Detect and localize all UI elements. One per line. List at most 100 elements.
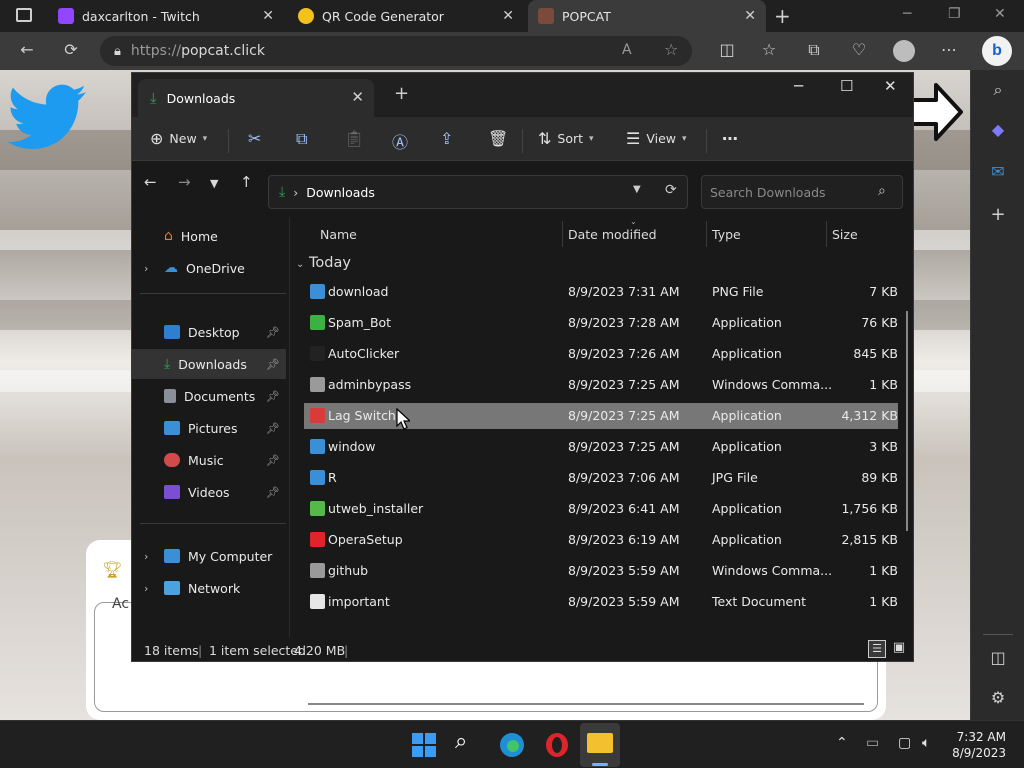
view-button[interactable]: ☰ View ▾ [626, 129, 687, 148]
see-more-button[interactable]: ⋯ [722, 129, 738, 148]
nav-item-desktop[interactable]: Desktop 📌︎ [132, 317, 286, 347]
close-tab-icon[interactable]: ✕ [351, 88, 364, 106]
file-row[interactable]: window 8/9/2023 7:25 AM Application 3 KB [304, 434, 898, 460]
address-bar[interactable]: 🔒︎ https://popcat.click A ☆ [100, 36, 692, 66]
nav-item-documents[interactable]: Documents 📌︎ [132, 381, 286, 411]
file-row[interactable]: AutoClicker 8/9/2023 7:26 AM Application 84… [304, 341, 898, 367]
nav-item-videos[interactable]: Videos 📌︎ [132, 477, 286, 507]
expand-chevron-icon[interactable]: › [144, 550, 148, 563]
file-row[interactable]: utweb_installer 8/9/2023 6:41 AM Applicati… [304, 496, 898, 522]
favorite-star-icon[interactable]: ☆ [664, 40, 678, 59]
close-tab-icon[interactable]: ✕ [262, 8, 274, 24]
paste-button[interactable]: 📋︎ [344, 129, 364, 148]
horizontal-scrollbar[interactable] [308, 703, 864, 705]
volume-icon[interactable]: 🔈︎ [922, 735, 930, 751]
restore-icon[interactable]: ❐ [948, 6, 961, 22]
vertical-scrollbar[interactable] [906, 311, 908, 531]
address-path-box[interactable]: ⤓ › Downloads ▼ ⟳ [268, 175, 688, 209]
collections-icon[interactable]: ⧉ [803, 40, 825, 60]
group-header-today[interactable]: ⌄ Today [296, 255, 351, 271]
network-disconnected-icon[interactable]: ▭ [866, 735, 879, 751]
file-explorer-taskbar-button[interactable] [580, 723, 620, 767]
settings-gear-icon[interactable]: ⚙ [971, 688, 1024, 707]
close-tab-icon[interactable]: ✕ [502, 8, 514, 24]
maximize-icon[interactable]: ☐ [840, 77, 853, 95]
path-history-chevron-icon[interactable]: ▼ [633, 184, 641, 195]
nav-item-downloads[interactable]: ⤓ Downloads 📌︎ [132, 349, 286, 379]
nav-item-pictures[interactable]: Pictures 📌︎ [132, 413, 286, 443]
minimize-icon[interactable]: ─ [794, 77, 803, 95]
file-row[interactable]: download 8/9/2023 7:31 AM PNG File 7 KB [304, 279, 898, 305]
split-screen-icon[interactable]: ◫ [716, 40, 738, 59]
new-tab-icon[interactable]: + [774, 4, 791, 28]
column-header-size[interactable]: Size [832, 227, 858, 242]
file-row[interactable]: important 8/9/2023 5:59 AM Text Document 1 … [304, 589, 898, 615]
tiles-view-icon[interactable]: ▣ [890, 640, 908, 658]
up-icon[interactable]: ↑ [240, 173, 253, 191]
file-row[interactable]: adminbypass 8/9/2023 7:25 AM Windows Comma… [304, 372, 898, 398]
browser-tab-popcat[interactable]: POPCAT ✕ [528, 0, 766, 32]
search-icon[interactable]: ⌕ [455, 729, 483, 757]
column-header-name[interactable]: Name [320, 227, 357, 242]
sort-button[interactable]: ⇅ Sort ▾ [538, 129, 594, 148]
copilot-icon[interactable]: ◆ [971, 120, 1024, 139]
new-tab-icon[interactable]: + [394, 83, 409, 104]
search-icon[interactable]: ⌕ [971, 80, 1024, 100]
cut-button[interactable]: ✂ [248, 129, 261, 148]
hide-sidebar-icon[interactable]: ◫ [971, 648, 1024, 667]
read-aloud-icon[interactable]: A [622, 42, 632, 58]
outlook-icon[interactable]: ✉ [971, 162, 1024, 181]
expand-chevron-icon[interactable]: › [144, 582, 148, 595]
close-window-icon[interactable]: ✕ [994, 6, 1006, 22]
performance-icon[interactable]: ♡ [848, 40, 870, 59]
nav-item-music[interactable]: Music 📌︎ [132, 445, 286, 475]
rename-button[interactable]: Ⓐ [392, 129, 408, 153]
file-row[interactable]: Lag Switch 8/9/2023 7:25 AM Application 4,3… [304, 403, 898, 429]
back-icon[interactable]: ← [144, 173, 157, 191]
opera-browser-icon[interactable] [543, 731, 571, 759]
column-header-date[interactable]: Date modified [568, 227, 657, 242]
copy-button[interactable]: ⧉ [296, 129, 307, 149]
search-downloads-input[interactable]: Search Downloads ⌕ [701, 175, 903, 209]
explorer-tab-downloads[interactable]: ⤓ Downloads ✕ [138, 79, 374, 117]
favorites-icon[interactable]: ☆ [758, 40, 780, 59]
back-icon[interactable]: ← [16, 40, 38, 59]
nav-item-network[interactable]: › Network [132, 573, 286, 603]
nav-item-onedrive[interactable]: › ☁ OneDrive [132, 253, 286, 283]
forward-icon[interactable]: → [178, 173, 191, 191]
show-hidden-icons-icon[interactable]: ⌃ [836, 735, 848, 751]
tab-actions-icon[interactable] [16, 8, 32, 22]
browser-tab-qr[interactable]: QR Code Generator ✕ [288, 0, 524, 32]
breadcrumb-downloads[interactable]: Downloads [306, 185, 375, 200]
file-row[interactable]: R 8/9/2023 7:06 AM JPG File 89 KB [304, 465, 898, 491]
add-sidebar-app-icon[interactable]: + [971, 204, 1024, 225]
file-row[interactable]: github 8/9/2023 5:59 AM Windows Comma... 1 … [304, 558, 898, 584]
windows-start-icon[interactable] [410, 731, 438, 759]
profile-avatar[interactable] [893, 40, 915, 62]
minimize-icon[interactable]: ─ [903, 6, 911, 22]
recent-locations-icon[interactable]: ▼ [210, 177, 218, 190]
nav-item-home[interactable]: ⌂ Home [132, 221, 286, 251]
nav-item-this-pc[interactable]: › My Computer [132, 541, 286, 571]
file-row[interactable]: Spam_Bot 8/9/2023 7:28 AM Application 76 KB [304, 310, 898, 336]
display-icon[interactable]: ▢ [898, 735, 911, 751]
file-row[interactable]: OperaSetup 8/9/2023 6:19 AM Application 2,8… [304, 527, 898, 553]
bing-copilot-icon[interactable]: b [982, 36, 1012, 66]
column-divider[interactable] [826, 221, 827, 247]
delete-button[interactable]: 🗑︎ [488, 129, 508, 148]
browser-tab-twitch[interactable]: daxcarlton - Twitch ✕ [48, 0, 284, 32]
system-clock[interactable]: 7:32 AM 8/9/2023 [952, 729, 1006, 761]
close-tab-icon[interactable]: ✕ [744, 8, 756, 24]
refresh-icon[interactable]: ⟳ [60, 40, 82, 59]
share-button[interactable]: ⇪ [440, 129, 453, 148]
expand-chevron-icon[interactable]: › [144, 262, 148, 275]
refresh-icon[interactable]: ⟳ [665, 182, 677, 198]
column-divider[interactable] [562, 221, 563, 247]
details-view-icon[interactable]: ☰ [868, 640, 886, 658]
more-options-icon[interactable]: ⋯ [938, 40, 960, 59]
column-header-type[interactable]: Type [712, 227, 741, 242]
edge-browser-icon[interactable] [498, 731, 526, 759]
new-button[interactable]: ⊕ New ▾ [150, 129, 207, 148]
close-window-icon[interactable]: ✕ [884, 77, 897, 95]
column-divider[interactable] [706, 221, 707, 247]
